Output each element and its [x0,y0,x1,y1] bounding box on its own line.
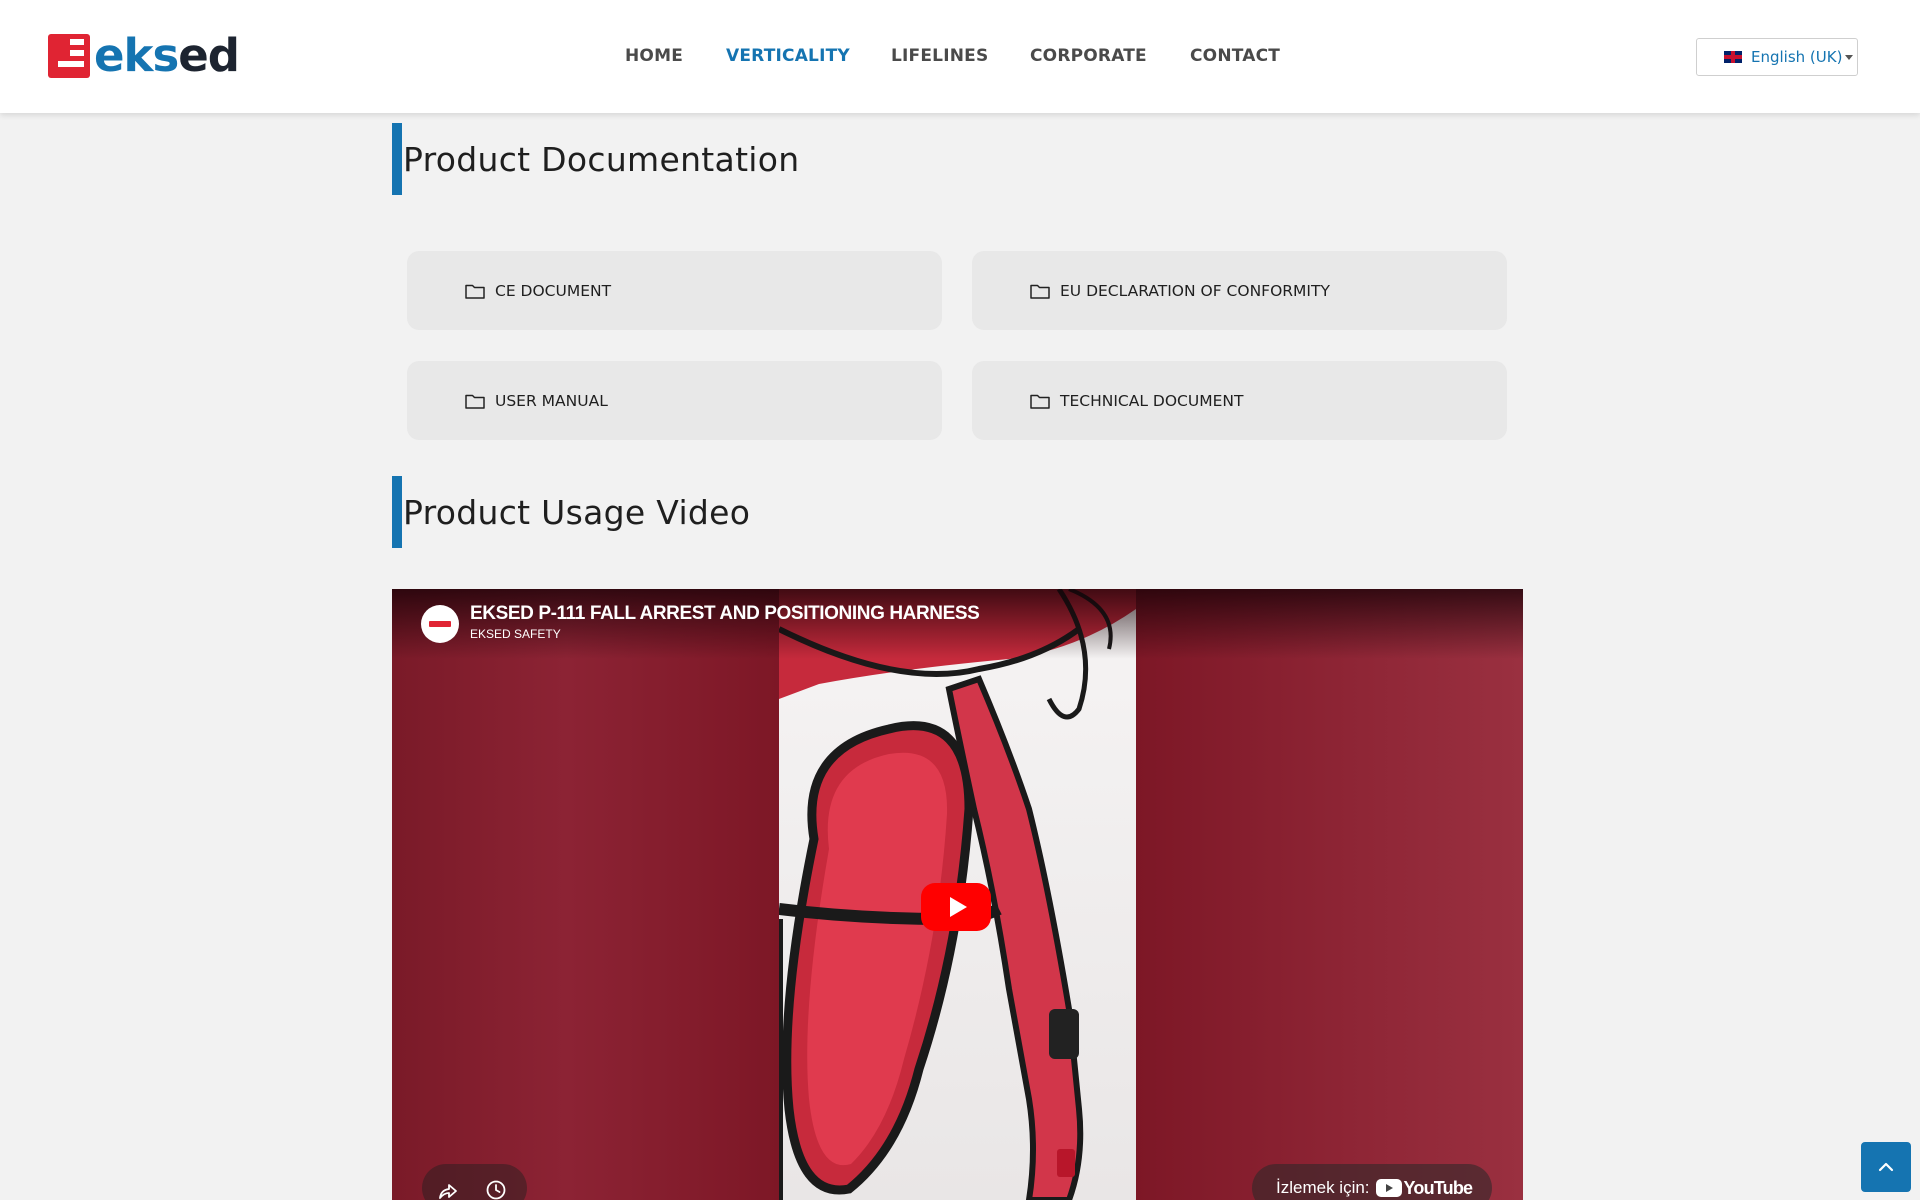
folder-icon [1030,284,1050,299]
chevron-up-icon [1878,1162,1894,1172]
nav-lifelines[interactable]: LIFELINES [891,46,988,66]
folder-icon [1030,394,1050,409]
chevron-down-icon [1845,55,1853,60]
heading-accent-bar [392,123,402,195]
doc-user-manual[interactable]: USER MANUAL [407,361,942,440]
doc-eu-declaration[interactable]: EU DECLARATION OF CONFORMITY [972,251,1507,330]
video-title[interactable]: EKSED P-111 FALL ARREST AND POSITIONING … [470,603,980,625]
folder-icon [465,394,485,409]
doc-label: TECHNICAL DOCUMENT [1060,391,1244,410]
video-channel-name[interactable]: EKSED SAFETY [470,627,561,641]
channel-avatar[interactable] [421,605,459,643]
folder-icon [465,284,485,299]
youtube-wordmark: YouTube [1403,1177,1474,1198]
youtube-play-icon [1375,1179,1402,1197]
doc-label: CE DOCUMENT [495,281,612,300]
nav-verticality[interactable]: VERTICALITY [726,46,850,66]
video-heading: Product Usage Video [392,476,750,548]
uk-flag-icon [1724,51,1742,63]
play-icon [949,897,967,917]
logo-mark-icon [48,34,90,78]
nav-home[interactable]: HOME [625,46,683,66]
eksed-logo[interactable]: eksed [48,29,240,82]
youtube-video-embed[interactable]: EKSED P-111 FALL ARREST AND POSITIONING … [392,589,1523,1200]
site-header: eksed HOME VERTICALITY LIFELINES CORPORA… [0,0,1920,113]
share-icon[interactable] [437,1179,459,1200]
documentation-heading: Product Documentation [392,123,799,195]
doc-ce-document[interactable]: CE DOCUMENT [407,251,942,330]
video-backdrop-right [1136,589,1523,1200]
doc-label: USER MANUAL [495,391,608,410]
scroll-to-top-button[interactable] [1861,1142,1911,1192]
watch-on-label: İzlemek için: [1276,1178,1370,1197]
doc-label: EU DECLARATION OF CONFORMITY [1060,281,1330,300]
documentation-title: Product Documentation [403,139,800,179]
language-label: English (UK) [1751,48,1843,66]
eksed-mini-logo-icon [429,621,451,627]
video-backdrop-left [392,589,779,1200]
watch-on-youtube-button[interactable]: İzlemek için: YouTube [1252,1164,1492,1200]
nav-corporate[interactable]: CORPORATE [1030,46,1147,66]
language-selector[interactable]: English (UK) [1696,38,1858,76]
watch-later-clock-icon[interactable] [485,1179,507,1200]
nav-contact[interactable]: CONTACT [1190,46,1280,66]
youtube-logo: YouTube [1375,1177,1474,1199]
video-section-title: Product Usage Video [403,492,751,532]
logo-wordmark: eksed [94,29,240,82]
doc-technical-document[interactable]: TECHNICAL DOCUMENT [972,361,1507,440]
main-nav: HOME VERTICALITY LIFELINES CORPORATE CON… [0,0,1920,113]
play-button[interactable] [921,883,991,931]
heading-accent-bar [392,476,402,548]
